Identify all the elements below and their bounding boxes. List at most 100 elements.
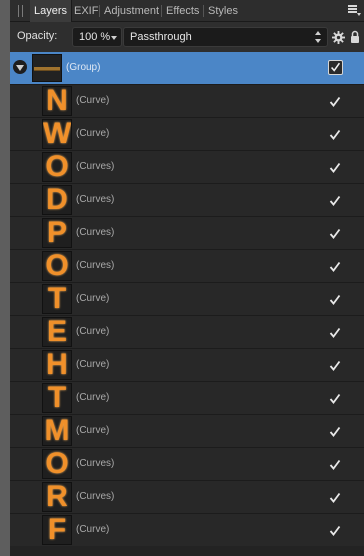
layer-thumbnail: R: [42, 482, 72, 512]
thumbnail-letter: T: [47, 284, 67, 314]
layer-name: (Curves): [76, 260, 115, 271]
panel-menu-icon[interactable]: [348, 5, 361, 17]
checkmark-icon: [329, 393, 341, 404]
thumbnail-letter: O: [45, 251, 69, 281]
layer-name: (Curve): [76, 524, 110, 535]
thumbnail-letter: M: [44, 416, 70, 446]
layer-name: (Curves): [76, 194, 115, 205]
visibility-checkbox[interactable]: [329, 524, 341, 536]
layer-thumbnail: O: [42, 152, 72, 182]
layer-name: (Group): [66, 62, 101, 73]
visibility-checkbox[interactable]: [329, 359, 341, 371]
checkmark-icon: [329, 96, 341, 107]
layer-row[interactable]: P (Curves): [10, 217, 364, 250]
layer-thumbnail: E: [42, 317, 72, 347]
layer-row[interactable]: F (Curve): [10, 514, 364, 547]
layer-row[interactable]: O (Curves): [10, 151, 364, 184]
layer-name: (Curve): [76, 425, 110, 436]
tab-adjustment[interactable]: Adjustment: [100, 0, 163, 22]
layer-thumbnail: O: [42, 449, 72, 479]
grip-icon[interactable]: [18, 5, 24, 17]
visibility-checkbox[interactable]: [329, 392, 341, 404]
layer-row[interactable]: O (Curves): [10, 250, 364, 283]
thumbnail-letter: N: [46, 86, 68, 116]
blend-mode-value: Passthrough: [130, 31, 192, 43]
layer-name: (Curve): [76, 392, 110, 403]
visibility-checkbox[interactable]: [328, 60, 343, 75]
checkmark-icon: [329, 525, 341, 536]
layer-row[interactable]: R (Curves): [10, 481, 364, 514]
thumbnail-letter: P: [46, 218, 67, 248]
layer-row-group[interactable]: (Group): [10, 52, 364, 85]
layer-name: (Curves): [76, 458, 115, 469]
visibility-checkbox[interactable]: [329, 227, 341, 239]
layer-name: (Curves): [76, 491, 115, 502]
visibility-checkbox[interactable]: [329, 491, 341, 503]
gear-icon[interactable]: [332, 31, 345, 44]
layer-row[interactable]: W (Curve): [10, 118, 364, 151]
checkmark-icon: [329, 162, 341, 173]
thumbnail-letter: F: [47, 515, 67, 545]
panel-left-edge: [0, 0, 10, 556]
thumbnail-letter: T: [47, 383, 67, 413]
layer-row[interactable]: H (Curve): [10, 349, 364, 382]
layer-thumbnail: N: [42, 86, 72, 116]
checkmark-icon: [329, 327, 341, 338]
layer-row[interactable]: N (Curve): [10, 85, 364, 118]
thumbnail-letter: O: [45, 449, 69, 479]
visibility-checkbox[interactable]: [329, 194, 341, 206]
visibility-checkbox[interactable]: [329, 128, 341, 140]
visibility-checkbox[interactable]: [329, 95, 341, 107]
chevron-down-icon[interactable]: [111, 36, 117, 40]
layer-thumbnail: D: [42, 185, 72, 215]
tab-exif[interactable]: EXIF: [70, 0, 102, 22]
thumbnail-letter: W: [43, 119, 72, 149]
layer-row[interactable]: D (Curves): [10, 184, 364, 217]
thumbnail-letter: O: [45, 152, 69, 182]
visibility-checkbox[interactable]: [329, 458, 341, 470]
opacity-field[interactable]: 100 %: [72, 27, 122, 47]
layer-row[interactable]: T (Curve): [10, 382, 364, 415]
layer-row[interactable]: E (Curve): [10, 316, 364, 349]
checkmark-icon: [329, 129, 341, 140]
layer-name: (Curves): [76, 161, 115, 172]
thumbnail-letter: H: [46, 350, 68, 380]
checkmark-icon: [329, 360, 341, 371]
tab-effects[interactable]: Effects: [162, 0, 203, 22]
layer-list: (Group) N (Curve) W (Curve) O (Curves) D (Curve…: [10, 52, 364, 547]
tab-layers[interactable]: Layers: [30, 0, 73, 22]
visibility-checkbox[interactable]: [329, 293, 341, 305]
layer-name: (Curve): [76, 95, 110, 106]
visibility-checkbox[interactable]: [329, 260, 341, 272]
layer-toolbar: Opacity: 100 % Passthrough: [10, 22, 364, 52]
layer-name: (Curve): [76, 326, 110, 337]
layer-name: (Curves): [76, 227, 115, 238]
stepper-icon[interactable]: [315, 31, 321, 43]
blend-mode-select[interactable]: Passthrough: [123, 27, 328, 47]
tab-bar: Layers EXIF Adjustment Effects Styles: [10, 0, 364, 22]
checkmark-icon: [329, 261, 341, 272]
checkmark-icon: [329, 426, 341, 437]
thumbnail-letter: E: [46, 317, 67, 347]
layer-row[interactable]: M (Curve): [10, 415, 364, 448]
tab-styles[interactable]: Styles: [204, 0, 242, 22]
lock-icon[interactable]: [350, 30, 360, 44]
checkmark-icon: [329, 459, 341, 470]
layer-row[interactable]: O (Curves): [10, 448, 364, 481]
checkmark-icon: [329, 492, 341, 503]
layer-thumbnail: H: [42, 350, 72, 380]
layer-thumbnail: F: [42, 515, 72, 545]
disclosure-triangle-icon[interactable]: [13, 60, 27, 74]
opacity-label: Opacity:: [17, 30, 58, 42]
layer-name: (Curve): [76, 359, 110, 370]
checkmark-icon: [329, 294, 341, 305]
panel-footer: [10, 546, 364, 556]
opacity-value: 100 %: [79, 31, 111, 43]
group-thumbnail: [32, 54, 62, 82]
layer-row[interactable]: T (Curve): [10, 283, 364, 316]
layer-name: (Curve): [76, 128, 110, 139]
visibility-checkbox[interactable]: [329, 326, 341, 338]
visibility-checkbox[interactable]: [329, 425, 341, 437]
layer-thumbnail: M: [42, 416, 72, 446]
visibility-checkbox[interactable]: [329, 161, 341, 173]
